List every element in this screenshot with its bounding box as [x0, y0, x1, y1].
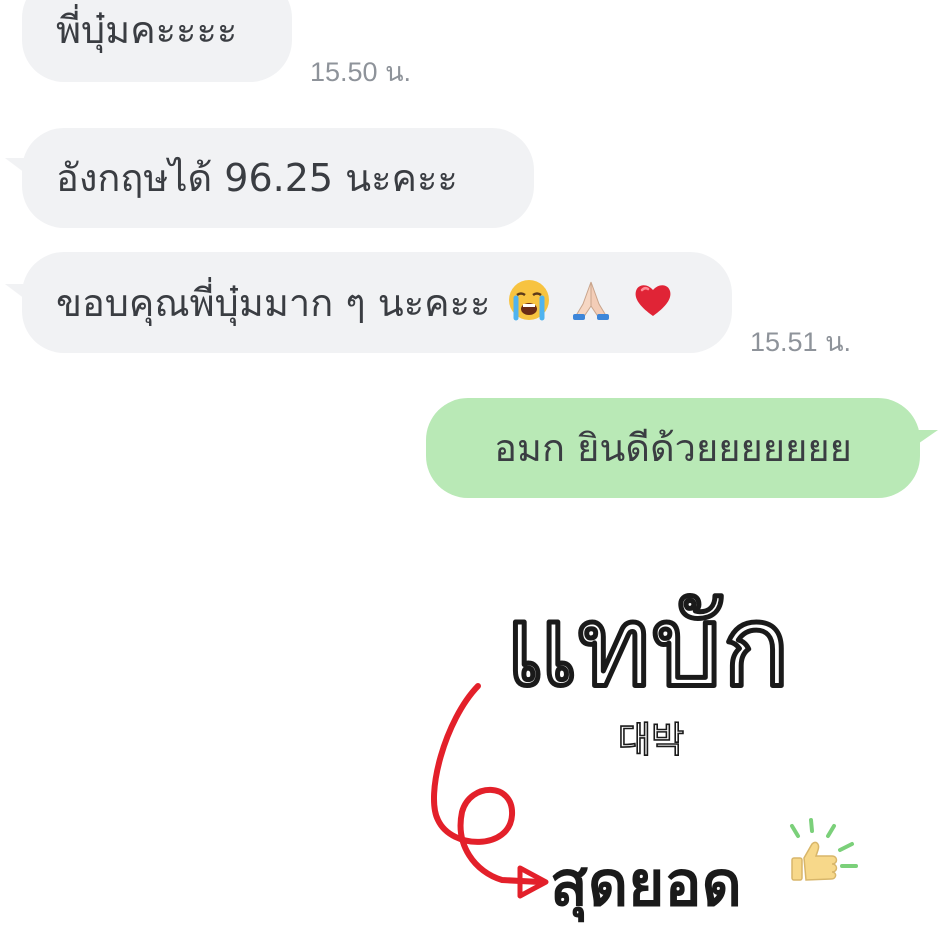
red-arrow: [431, 683, 543, 885]
message-timestamp: 15.50 น.: [310, 57, 412, 87]
sticker-headline: แทบัก: [505, 582, 790, 712]
message-text: อังกฤษได้ 96.25 นะคะะ: [56, 156, 458, 200]
thumbs-up-icon: [791, 841, 838, 881]
message-text: พี่บุ๋มคะะะะ: [56, 8, 238, 52]
message-text: ขอบคุณพี่บุ๋มมาก ๆ นะคะะ: [56, 281, 491, 325]
sticker[interactable]: แทบัก 대박 สุดยอด: [400, 520, 880, 928]
sticker-artwork: แทบัก 대박 สุดยอด: [431, 580, 858, 922]
message-bubble-outgoing[interactable]: อมก ยินดีด้วยยยยยยย: [426, 398, 920, 498]
sticker-korean-text: 대박: [618, 720, 684, 761]
message-timestamp: 15.51 น.: [750, 327, 852, 357]
folded-hands-emoji: [569, 278, 613, 333]
message-bubble-incoming[interactable]: พี่บุ๋มคะะะะ: [22, 0, 292, 82]
message-text: อมก ยินดีด้วยยยยยยย: [494, 426, 852, 470]
message-bubble-incoming[interactable]: ขอบคุณพี่บุ๋มมาก ๆ นะคะะ: [22, 252, 732, 353]
sticker-caption: สุดยอด: [550, 847, 742, 922]
crying-face-emoji: [507, 278, 551, 333]
message-bubble-incoming[interactable]: อังกฤษได้ 96.25 นะคะะ: [22, 128, 534, 228]
red-heart-emoji: [631, 278, 675, 333]
